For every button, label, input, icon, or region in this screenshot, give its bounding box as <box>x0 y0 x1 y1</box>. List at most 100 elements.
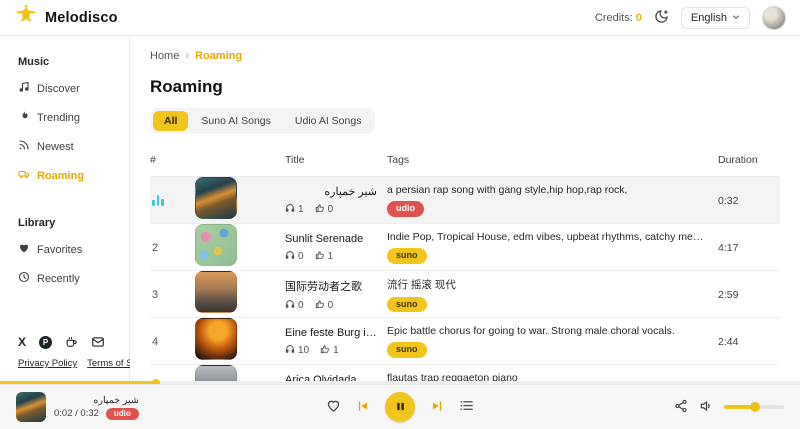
album-art[interactable] <box>195 365 237 381</box>
sidebar-item-label: Trending <box>37 112 80 124</box>
album-art[interactable] <box>195 177 237 219</box>
table-row[interactable]: شیر خمپاره 1 0 a persian rap song with g… <box>150 177 780 224</box>
product-hunt-icon[interactable]: P <box>39 336 52 349</box>
thumbs-up-icon <box>315 299 325 312</box>
sidebar-item-label: Recently <box>37 273 80 285</box>
page-title: Roaming <box>150 77 780 97</box>
album-art[interactable] <box>195 318 237 360</box>
coffee-icon[interactable] <box>65 336 78 349</box>
album-art[interactable] <box>195 224 237 266</box>
player-right-controls <box>674 399 784 416</box>
song-duration: 2:59 <box>718 289 780 301</box>
table-row[interactable]: 2 Sunlit Serenade 0 1 Indie Pop, Tropica… <box>150 224 780 271</box>
headphones-icon <box>285 250 295 263</box>
moon-icon <box>654 9 669 27</box>
next-track-button[interactable] <box>430 399 444 416</box>
song-tags: Indie Pop, Tropical House, edm vibes, up… <box>387 231 704 243</box>
sidebar-section-music: Music <box>18 56 129 68</box>
favorite-button[interactable] <box>326 398 341 416</box>
now-playing-badge: udio <box>106 408 139 420</box>
now-playing-art[interactable] <box>16 392 46 422</box>
sidebar: Music Discover Trending Newest Roaming L… <box>0 36 130 381</box>
sidebar-item-label: Favorites <box>37 244 82 256</box>
table-row[interactable]: 3 国际劳动者之歌 0 0 流行 摇滚 现代 suno 2:59 <box>150 271 780 318</box>
player-bar: شیر خمپاره 0:02 / 0:32 udio <box>0 381 800 429</box>
app-logo[interactable]: Melodisco <box>14 3 118 32</box>
like-count: 0 <box>328 204 334 215</box>
email-icon[interactable] <box>91 335 105 349</box>
dove-logo-icon <box>14 3 38 32</box>
like-count: 0 <box>328 300 334 311</box>
tab-suno-ai-songs[interactable]: Suno AI Songs <box>190 111 281 131</box>
song-tags: flautas trap reggaeton piano <box>387 372 704 381</box>
dark-mode-toggle[interactable] <box>654 9 669 27</box>
sidebar-item-favorites[interactable]: Favorites <box>18 242 129 257</box>
flame-icon <box>18 110 30 125</box>
song-title: Eine feste Burg ist unser … <box>285 327 377 339</box>
playback-time: 0:02 / 0:32 <box>54 408 99 419</box>
filter-tabs: All Suno AI Songs Udio AI Songs <box>150 108 375 134</box>
melodisco-app: Melodisco Credits:0 English Music <box>0 0 800 429</box>
tab-all[interactable]: All <box>153 111 188 131</box>
song-duration: 2:44 <box>718 336 780 348</box>
x-twitter-icon[interactable]: X <box>18 335 26 349</box>
avatar[interactable] <box>762 6 786 30</box>
thumbs-up-icon <box>320 344 330 357</box>
song-tags: a persian rap song with gang style,hip h… <box>387 184 704 196</box>
share-icon <box>674 399 688 416</box>
album-art[interactable] <box>195 271 237 313</box>
signal-icon <box>18 139 30 154</box>
breadcrumb-current: Roaming <box>195 50 242 62</box>
share-button[interactable] <box>674 399 688 416</box>
previous-icon <box>356 399 370 416</box>
previous-track-button[interactable] <box>356 399 370 416</box>
song-title: Sunlit Serenade <box>285 233 377 245</box>
now-playing-title: شیر خمپاره <box>54 395 139 406</box>
sidebar-item-trending[interactable]: Trending <box>18 110 129 125</box>
van-icon <box>18 168 30 183</box>
col-duration: Duration <box>718 154 780 166</box>
sidebar-item-discover[interactable]: Discover <box>18 81 129 96</box>
source-badge: suno <box>387 248 427 264</box>
headphones-icon <box>285 203 295 216</box>
row-number: 2 <box>150 242 195 254</box>
queue-button[interactable] <box>459 398 474 416</box>
song-stats: 0 1 <box>285 250 377 263</box>
language-label: English <box>691 12 727 24</box>
like-count: 1 <box>328 251 334 262</box>
song-title: 国际劳动者之歌 <box>285 278 377 294</box>
play-count: 1 <box>298 204 304 215</box>
song-title: شیر خمپاره <box>285 185 377 198</box>
mute-button[interactable] <box>699 399 713 416</box>
song-stats: 10 1 <box>285 344 377 357</box>
breadcrumb-separator: › <box>185 50 189 62</box>
tab-udio-ai-songs[interactable]: Udio AI Songs <box>284 111 373 131</box>
row-number: 4 <box>150 336 195 348</box>
sidebar-item-recently[interactable]: Recently <box>18 271 129 286</box>
volume-slider[interactable] <box>724 405 784 409</box>
breadcrumb: Home › Roaming <box>150 50 780 62</box>
table-row[interactable]: 4 Eine feste Burg ist unser … 10 1 Epic … <box>150 318 780 365</box>
headphones-icon <box>285 344 295 357</box>
songs-table: # Title Tags Duration شیر خمپاره 1 0 <box>150 146 780 381</box>
sidebar-item-label: Discover <box>37 83 80 95</box>
sidebar-item-newest[interactable]: Newest <box>18 139 129 154</box>
language-selector[interactable]: English <box>681 7 750 29</box>
breadcrumb-home[interactable]: Home <box>150 50 179 62</box>
top-header: Melodisco Credits:0 English <box>0 0 800 36</box>
pause-icon <box>395 400 406 415</box>
app-name: Melodisco <box>45 10 118 26</box>
pause-button[interactable] <box>385 392 415 422</box>
headphones-icon <box>285 299 295 312</box>
credits-label: Credits: <box>595 12 633 24</box>
col-title: Title <box>285 154 387 166</box>
volume-fill <box>724 405 755 409</box>
source-badge: suno <box>387 297 427 313</box>
privacy-policy-link[interactable]: Privacy Policy <box>18 358 77 369</box>
play-count: 0 <box>298 251 304 262</box>
volume-handle[interactable] <box>750 402 760 412</box>
sidebar-item-roaming[interactable]: Roaming <box>18 168 129 183</box>
song-title: Arica Olvidada <box>285 374 377 382</box>
table-row[interactable]: 5 Arica Olvidada 1 0 flautas trap reggae… <box>150 365 780 381</box>
col-num: # <box>150 154 195 166</box>
